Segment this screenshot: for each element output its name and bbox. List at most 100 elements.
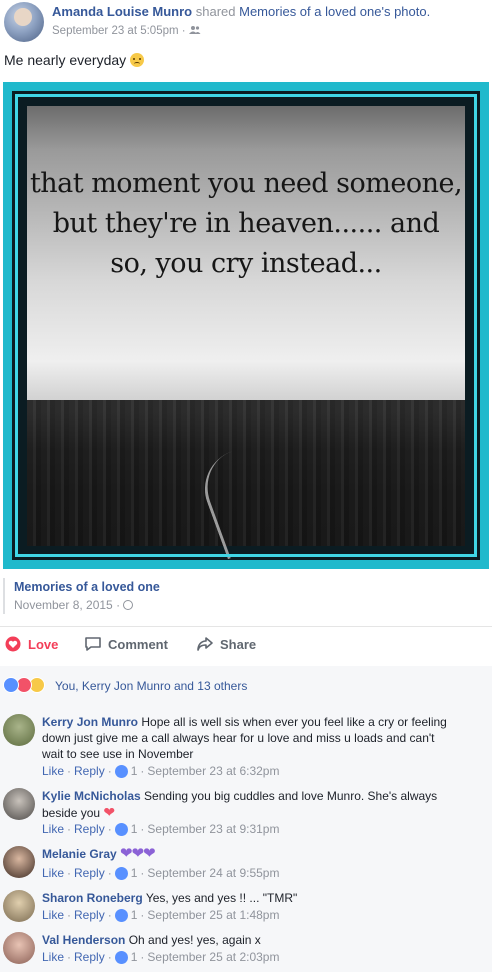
comment-reply-link[interactable]: Reply xyxy=(74,950,105,964)
commenter-name[interactable]: Kylie McNicholas xyxy=(42,789,141,803)
comment-body: Kylie McNicholas Sending you big cuddles… xyxy=(42,788,452,821)
comment-time[interactable]: September 25 at 2:03pm xyxy=(147,950,279,964)
post-meta: September 23 at 5:05pm · xyxy=(52,25,201,37)
comment-body: Melanie Gray ❤❤❤ xyxy=(42,846,452,862)
commenter-avatar[interactable] xyxy=(3,890,35,922)
meta-separator: · xyxy=(140,866,145,880)
divider xyxy=(0,626,492,627)
meta-separator: · xyxy=(67,908,72,922)
shared-source-link[interactable]: Memories of a loved one's photo. xyxy=(239,4,430,19)
comment-time[interactable]: September 25 at 1:48pm xyxy=(147,908,279,922)
comment-button[interactable]: Comment xyxy=(84,636,492,652)
comment-time[interactable]: September 24 at 9:55pm xyxy=(147,866,279,880)
purple-hearts-emoji-icon: ❤❤❤ xyxy=(120,845,156,862)
meta-separator: · xyxy=(140,764,145,778)
friends-audience-icon[interactable] xyxy=(188,25,201,35)
meta-separator: · xyxy=(140,822,145,836)
comment-reply-link[interactable]: Reply xyxy=(74,866,105,880)
comment-item: Melanie Gray ❤❤❤ Like · Reply · 1 · Sept… xyxy=(0,846,492,884)
post-header: Amanda Louise Munro shared Memories of a… xyxy=(0,0,492,80)
like-badge-icon xyxy=(114,822,128,836)
commenter-name[interactable]: Sharon Roneberg xyxy=(42,891,143,905)
like-reaction-icon xyxy=(3,677,19,693)
meta-separator: · xyxy=(107,866,112,880)
comment-item: Kerry Jon Munro Hope all is well sis whe… xyxy=(0,714,492,778)
meta-separator: · xyxy=(67,950,72,964)
shared-bar xyxy=(3,578,5,614)
sad-face-emoji-icon xyxy=(130,53,145,67)
photo-quote: that moment you need someone, but they'r… xyxy=(29,168,463,279)
author-name[interactable]: Amanda Louise Munro xyxy=(52,4,192,19)
commenter-name[interactable]: Val Henderson xyxy=(42,933,125,947)
comment-body: Val Henderson Oh and yes! yes, again x xyxy=(42,932,452,948)
comment-like-link[interactable]: Like xyxy=(42,764,64,778)
post-photo[interactable]: that moment you need someone, but they'r… xyxy=(3,82,489,569)
meta-separator: · xyxy=(107,822,112,836)
comment-like-count[interactable]: 1 xyxy=(131,950,138,964)
comment-meta: Like · Reply · 1 · September 25 at 2:03p… xyxy=(42,950,279,964)
commenter-avatar[interactable] xyxy=(3,846,35,878)
meta-separator: · xyxy=(140,908,145,922)
comment-reply-link[interactable]: Reply xyxy=(74,764,105,778)
comment-like-link[interactable]: Like xyxy=(42,908,64,922)
meta-separator: · xyxy=(107,908,112,922)
share-label: Share xyxy=(220,636,257,652)
meta-separator: · xyxy=(181,25,186,37)
comment-time[interactable]: September 23 at 6:32pm xyxy=(147,764,279,778)
comment-item: Val Henderson Oh and yes! yes, again x L… xyxy=(0,932,492,970)
like-badge-icon xyxy=(114,908,128,922)
globe-icon[interactable] xyxy=(123,600,134,610)
comment-label: Comment xyxy=(108,636,168,652)
reactions-bar[interactable]: You, Kerry Jon Munro and 13 others xyxy=(0,666,492,706)
comment-meta: Like · Reply · 1 · September 24 at 9:55p… xyxy=(42,866,279,880)
commenter-name[interactable]: Melanie Gray xyxy=(42,847,117,861)
shared-word: shared xyxy=(195,4,236,19)
shared-page-date[interactable]: November 8, 2015 xyxy=(14,598,113,612)
share-button[interactable]: Share xyxy=(196,636,256,652)
comment-reply-link[interactable]: Reply xyxy=(74,908,105,922)
comment-item: Sharon Roneberg Yes, yes and yes !! ... … xyxy=(0,890,492,928)
comment-like-count[interactable]: 1 xyxy=(131,866,138,880)
post-title-line: Amanda Louise Munro shared Memories of a… xyxy=(52,4,430,19)
comment-like-count[interactable]: 1 xyxy=(131,908,138,922)
love-button[interactable]: Love xyxy=(4,636,58,652)
shared-page-info: Memories of a loved one November 8, 2015… xyxy=(0,578,492,618)
comment-meta: Like · Reply · 1 · September 23 at 9:31p… xyxy=(42,822,279,836)
comment-like-link[interactable]: Like xyxy=(42,822,64,836)
meta-separator: · xyxy=(67,822,72,836)
post-timestamp[interactable]: September 23 at 5:05pm xyxy=(52,25,179,37)
status-text: Me nearly everyday xyxy=(4,52,145,68)
shared-page-name[interactable]: Memories of a loved one xyxy=(14,580,160,594)
heart-outline-icon xyxy=(5,636,21,652)
comment-meta: Like · Reply · 1 · September 25 at 1:48p… xyxy=(42,908,279,922)
comment-like-count[interactable]: 1 xyxy=(131,822,138,836)
like-badge-icon xyxy=(114,950,128,964)
meta-separator: · xyxy=(140,950,145,964)
commenter-avatar[interactable] xyxy=(3,714,35,746)
comment-time[interactable]: September 23 at 9:31pm xyxy=(147,822,279,836)
comment-like-count[interactable]: 1 xyxy=(131,764,138,778)
comment-reply-link[interactable]: Reply xyxy=(74,822,105,836)
comment-like-link[interactable]: Like xyxy=(42,866,64,880)
meta-separator: · xyxy=(67,764,72,778)
shared-page-meta: November 8, 2015 · xyxy=(14,598,134,612)
shared-meta-separator: · xyxy=(116,598,121,612)
comment-body: Kerry Jon Munro Hope all is well sis whe… xyxy=(42,714,452,762)
comments-list: Kerry Jon Munro Hope all is well sis whe… xyxy=(0,706,492,972)
love-label: Love xyxy=(28,636,59,652)
comment-body: Sharon Roneberg Yes, yes and yes !! ... … xyxy=(42,890,452,906)
commenter-name[interactable]: Kerry Jon Munro xyxy=(42,715,138,729)
author-avatar[interactable] xyxy=(4,2,44,42)
comment-text: Yes, yes and yes !! ... "TMR" xyxy=(145,891,298,905)
commenter-avatar[interactable] xyxy=(3,932,35,964)
reaction-icons xyxy=(3,677,45,693)
comment-like-link[interactable]: Like xyxy=(42,950,64,964)
meta-separator: · xyxy=(107,950,112,964)
status-message: Me nearly everyday xyxy=(4,52,127,68)
post-actions: Love Comment Share xyxy=(0,628,492,664)
heart-emoji-icon: ❤ xyxy=(103,804,116,820)
share-arrow-icon xyxy=(197,637,213,651)
comment-meta: Like · Reply · 1 · September 23 at 6:32p… xyxy=(42,764,279,778)
commenter-avatar[interactable] xyxy=(3,788,35,820)
reactions-summary[interactable]: You, Kerry Jon Munro and 13 others xyxy=(55,679,247,693)
